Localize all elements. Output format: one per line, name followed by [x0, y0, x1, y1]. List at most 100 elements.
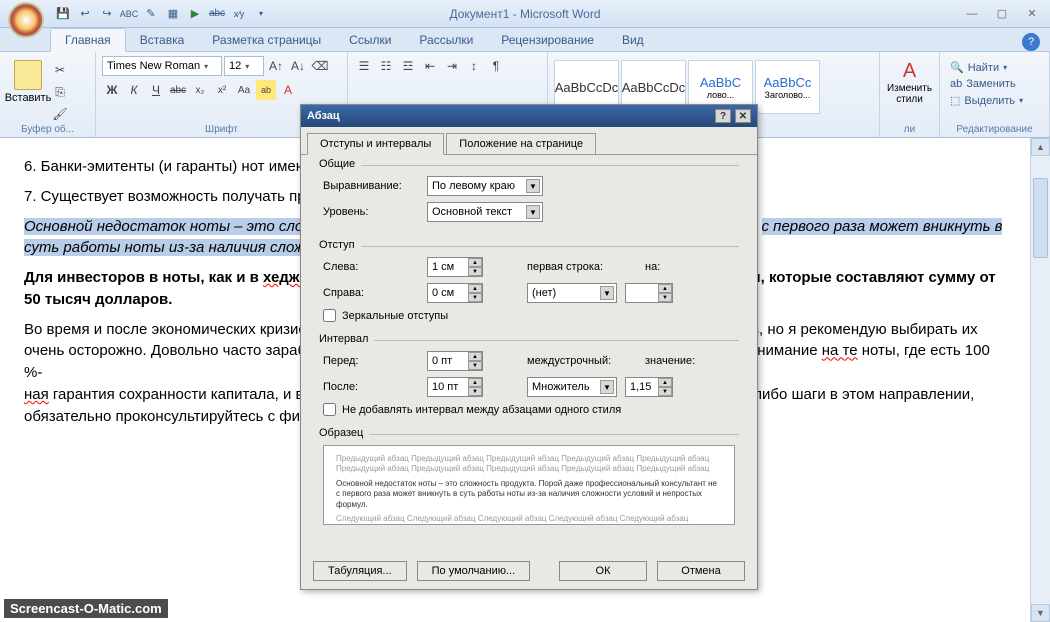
- linespace-combo[interactable]: Множитель▼: [527, 377, 617, 397]
- firstline-label: первая строка:: [527, 261, 637, 273]
- general-legend: Общие: [319, 158, 361, 170]
- tab-insert[interactable]: Вставка: [126, 29, 199, 51]
- default-button[interactable]: По умолчанию...: [417, 561, 531, 581]
- editing-group-label: Редактирование: [940, 124, 1049, 135]
- close-button[interactable]: ✕: [1020, 6, 1044, 22]
- font-color-button[interactable]: A: [278, 80, 298, 100]
- after-spinner[interactable]: 10 пт▲▼: [427, 377, 483, 397]
- linespace-label: междустрочный:: [527, 355, 637, 367]
- save-icon[interactable]: 💾: [54, 5, 72, 23]
- format-painter-icon[interactable]: 🖌: [50, 104, 70, 124]
- italic-button[interactable]: К: [124, 80, 144, 100]
- titlebar: 💾 ↩ ↪ ABC ✎ ▦ ▶ abc x⁄y ▾ Документ1 - Mi…: [0, 0, 1050, 28]
- cursor-icon: ⬚: [950, 94, 960, 107]
- tab-mail[interactable]: Рассылки: [405, 29, 487, 51]
- clipboard-icon: [14, 60, 42, 90]
- right-label: Справа:: [323, 287, 419, 299]
- help-icon[interactable]: ?: [1022, 33, 1040, 51]
- indent-legend: Отступ: [319, 239, 361, 251]
- by-spinner[interactable]: ▲▼: [625, 283, 673, 303]
- noadd-checkbox[interactable]: Не добавлять интервал между абзацами одн…: [323, 403, 735, 416]
- find-button[interactable]: 🔍Найти▾: [946, 60, 1043, 75]
- alignment-label: Выравнивание:: [323, 180, 419, 192]
- alignment-combo[interactable]: По левому краю▼: [427, 176, 543, 196]
- bullets-icon[interactable]: ☰: [354, 56, 374, 76]
- fraction-icon[interactable]: x⁄y: [230, 5, 248, 23]
- shrink-font-icon[interactable]: A↓: [288, 56, 308, 76]
- strike-button[interactable]: abc: [168, 80, 188, 100]
- ok-button[interactable]: ОК: [559, 561, 647, 581]
- before-label: Перед:: [323, 355, 419, 367]
- sort-icon[interactable]: ↕: [464, 56, 484, 76]
- firstline-combo[interactable]: (нет)▼: [527, 283, 617, 303]
- font-size-combo[interactable]: 12▾: [224, 56, 264, 76]
- at-spinner[interactable]: 1,15▲▼: [625, 377, 673, 397]
- highlight-button[interactable]: ab: [256, 80, 276, 100]
- window-controls: — ▢ ✕: [960, 6, 1050, 22]
- right-spinner[interactable]: 0 см▲▼: [427, 283, 483, 303]
- scroll-thumb[interactable]: [1033, 178, 1048, 258]
- cancel-button[interactable]: Отмена: [657, 561, 745, 581]
- play-icon[interactable]: ▶: [186, 5, 204, 23]
- tab-position[interactable]: Положение на странице: [446, 133, 596, 155]
- watermark: Screencast-O-Matic.com: [4, 599, 168, 618]
- paragraph-dialog: Абзац ? ✕ Отступы и интервалы Положение …: [300, 104, 758, 590]
- indent-inc-icon[interactable]: ⇥: [442, 56, 462, 76]
- numbering-icon[interactable]: ☷: [376, 56, 396, 76]
- qat-more-icon[interactable]: ▾: [252, 5, 270, 23]
- maximize-button[interactable]: ▢: [990, 6, 1014, 22]
- scroll-down-button[interactable]: ▼: [1031, 604, 1050, 622]
- superscript-button[interactable]: x²: [212, 80, 232, 100]
- pilcrow-icon[interactable]: ¶: [486, 56, 506, 76]
- minimize-button[interactable]: —: [960, 6, 984, 22]
- font-name-combo[interactable]: Times New Roman▾: [102, 56, 222, 76]
- dialog-close-button[interactable]: ✕: [735, 109, 751, 123]
- before-spinner[interactable]: 0 пт▲▼: [427, 351, 483, 371]
- strike-icon[interactable]: abc: [208, 5, 226, 23]
- vertical-scrollbar[interactable]: ▲ ▼: [1030, 138, 1050, 622]
- at-label: значение:: [645, 355, 705, 367]
- clear-format-icon[interactable]: ⌫: [310, 56, 330, 76]
- indent-dec-icon[interactable]: ⇤: [420, 56, 440, 76]
- grow-font-icon[interactable]: A↑: [266, 56, 286, 76]
- styles-group-label: ли: [880, 124, 939, 135]
- dialog-help-button[interactable]: ?: [715, 109, 731, 123]
- multilevel-icon[interactable]: ☲: [398, 56, 418, 76]
- style-item[interactable]: AaBbCcЗаголово...: [755, 60, 820, 114]
- dialog-titlebar[interactable]: Абзац ? ✕: [301, 105, 757, 127]
- spellcheck-icon[interactable]: ABC: [120, 5, 138, 23]
- replace-button[interactable]: abЗаменить: [946, 77, 1043, 91]
- tabs-button[interactable]: Табуляция...: [313, 561, 407, 581]
- bold-button[interactable]: Ж: [102, 80, 122, 100]
- tab-indents[interactable]: Отступы и интервалы: [307, 133, 444, 155]
- replace-icon: ab: [950, 78, 962, 90]
- underline-button[interactable]: Ч: [146, 80, 166, 100]
- level-combo[interactable]: Основной текст▼: [427, 202, 543, 222]
- edit-icon[interactable]: ✎: [142, 5, 160, 23]
- window-title: Документ1 - Microsoft Word: [449, 7, 600, 21]
- tab-references[interactable]: Ссылки: [335, 29, 405, 51]
- select-button[interactable]: ⬚Выделить▾: [946, 93, 1043, 108]
- mirror-checkbox[interactable]: Зеркальные отступы: [323, 309, 735, 322]
- change-styles-button[interactable]: A Изменить стили: [886, 56, 933, 105]
- tab-view[interactable]: Вид: [608, 29, 658, 51]
- tab-home[interactable]: Главная: [50, 28, 126, 52]
- left-spinner[interactable]: 1 см▲▼: [427, 257, 483, 277]
- change-case-button[interactable]: Aa: [234, 80, 254, 100]
- after-label: После:: [323, 381, 419, 393]
- cut-icon[interactable]: ✂: [50, 60, 70, 80]
- quick-access-toolbar: 💾 ↩ ↪ ABC ✎ ▦ ▶ abc x⁄y ▾: [54, 5, 270, 23]
- spacing-legend: Интервал: [319, 333, 374, 345]
- tab-layout[interactable]: Разметка страницы: [198, 29, 335, 51]
- redo-icon[interactable]: ↪: [98, 5, 116, 23]
- copy-icon[interactable]: ⎘: [50, 82, 70, 102]
- clipboard-group-label: Буфер об...: [0, 124, 95, 135]
- office-button[interactable]: [8, 2, 44, 38]
- paste-button[interactable]: Вставить: [6, 56, 50, 124]
- subscript-button[interactable]: x₂: [190, 80, 210, 100]
- tab-review[interactable]: Рецензирование: [487, 29, 608, 51]
- doc-icon[interactable]: ▦: [164, 5, 182, 23]
- scroll-up-button[interactable]: ▲: [1031, 138, 1050, 156]
- undo-icon[interactable]: ↩: [76, 5, 94, 23]
- sample-legend: Образец: [319, 427, 369, 439]
